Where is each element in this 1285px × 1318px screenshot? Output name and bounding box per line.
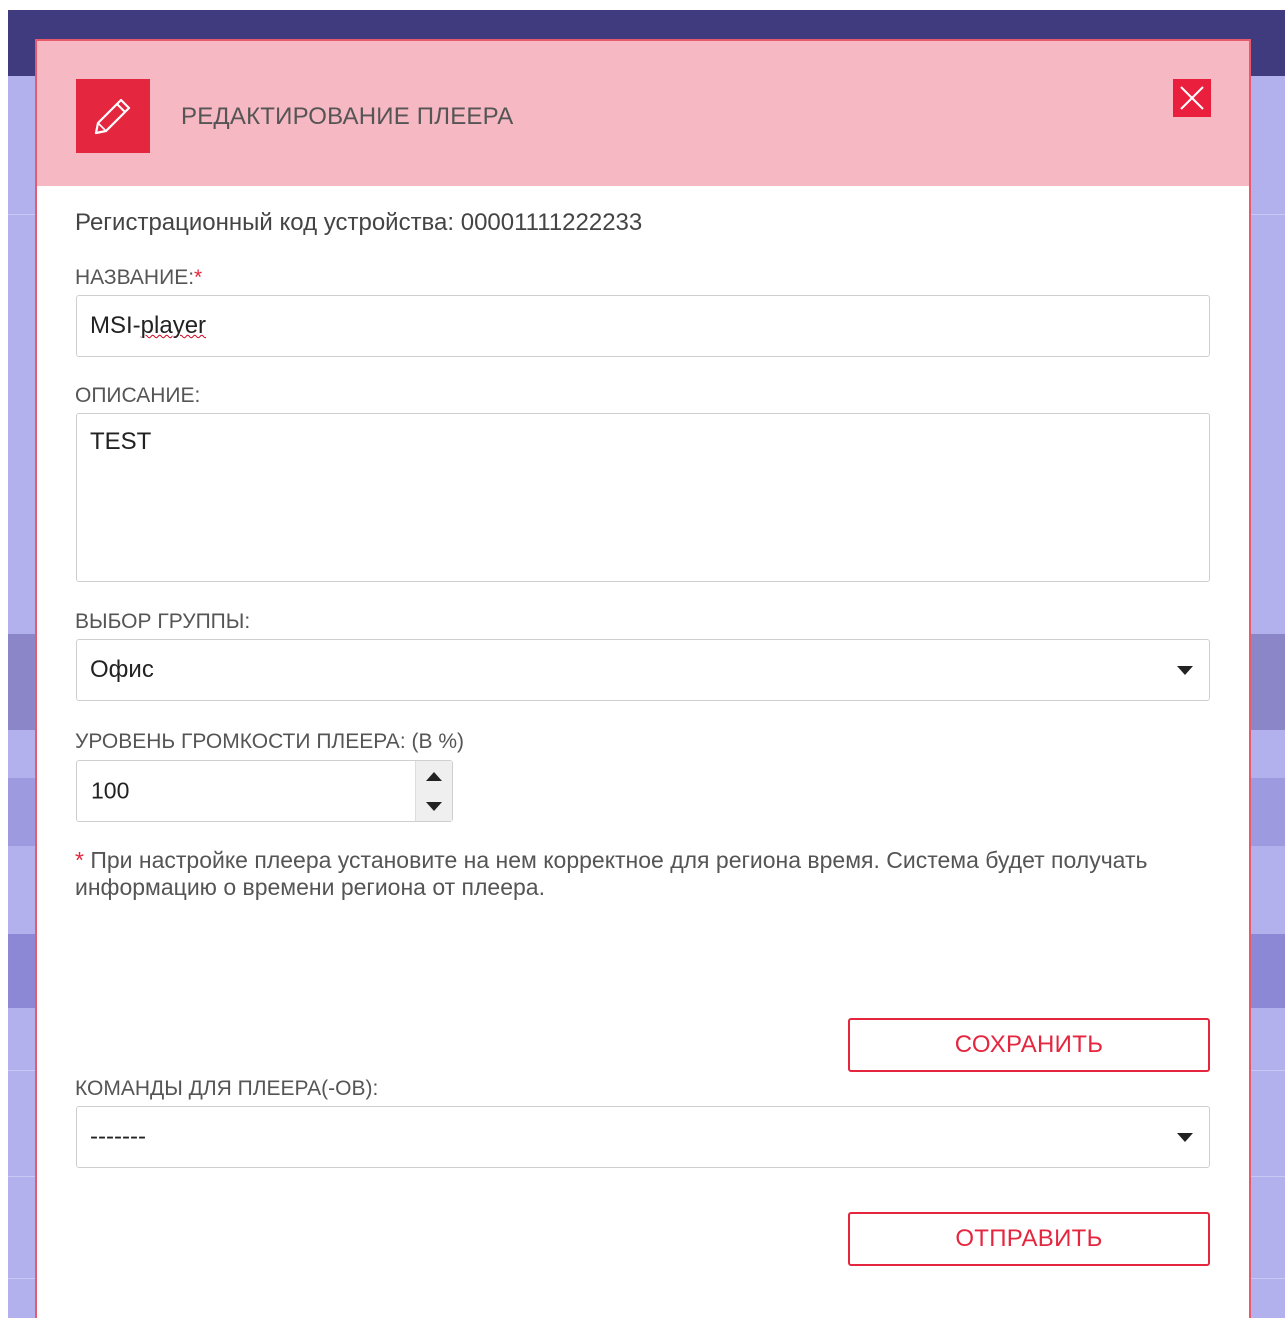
time-note: * При настройке плеера установите на нем…	[75, 847, 1215, 901]
chevron-down-icon	[1177, 666, 1193, 675]
close-button[interactable]	[1173, 79, 1211, 117]
commands-selected-value: -------	[90, 1123, 146, 1150]
description-label: ОПИСАНИЕ:	[75, 384, 201, 407]
name-label: НАЗВАНИЕ:*	[75, 266, 202, 290]
close-icon	[1180, 86, 1204, 110]
volume-input[interactable]: 100	[76, 760, 453, 822]
note-text: При настройке плеера установите на нем к…	[75, 847, 1148, 900]
registration-code: Регистрационный код устройства: 00001111…	[75, 209, 643, 236]
group-label: ВЫБОР ГРУППЫ:	[75, 610, 251, 633]
pencil-icon	[76, 79, 150, 153]
description-value: TEST	[90, 428, 152, 455]
volume-value: 100	[91, 777, 130, 804]
name-label-text: НАЗВАНИЕ:	[75, 266, 195, 289]
modal-header: РЕДАКТИРОВАНИЕ ПЛЕЕРА	[37, 41, 1249, 186]
commands-label: КОМАНДЫ ДЛЯ ПЛЕЕРА(-ОВ):	[75, 1077, 379, 1100]
volume-label: УРОВЕНЬ ГРОМКОСТИ ПЛЕЕРА: (В %)	[75, 730, 464, 753]
chevron-down-icon	[1177, 1133, 1193, 1142]
arrow-up-icon	[426, 771, 442, 781]
note-star: *	[75, 847, 84, 873]
send-button[interactable]: ОТПРАВИТЬ	[848, 1212, 1210, 1266]
required-mark: *	[194, 266, 203, 289]
name-input[interactable]: MSI-player	[76, 295, 1210, 357]
modal-title: РЕДАКТИРОВАНИЕ ПЛЕЕРА	[181, 103, 514, 130]
commands-select[interactable]: -------	[76, 1106, 1210, 1168]
name-value-misspelled: player	[140, 312, 207, 339]
save-button[interactable]: СОХРАНИТЬ	[848, 1018, 1210, 1072]
name-value-prefix: MSI-	[90, 312, 141, 339]
edit-player-modal: РЕДАКТИРОВАНИЕ ПЛЕЕРА Регистрационный ко…	[35, 39, 1251, 1318]
group-select[interactable]: Офис	[76, 639, 1210, 701]
description-textarea[interactable]: TEST	[76, 413, 1210, 582]
volume-stepper[interactable]	[415, 761, 452, 821]
arrow-down-icon	[426, 801, 442, 811]
stepper-up-button[interactable]	[416, 761, 452, 791]
group-selected-value: Офис	[90, 656, 154, 683]
stepper-down-button[interactable]	[416, 791, 452, 821]
